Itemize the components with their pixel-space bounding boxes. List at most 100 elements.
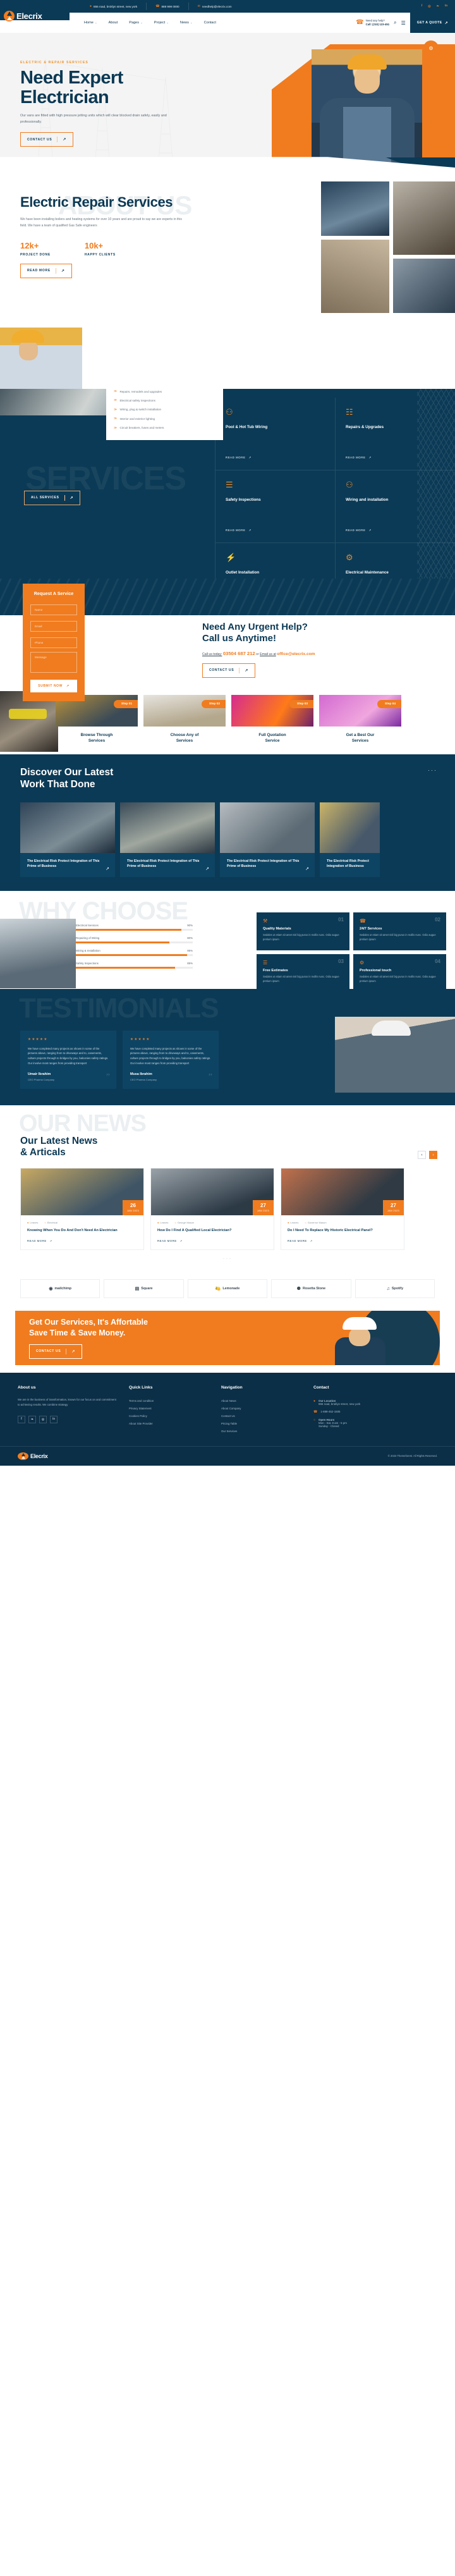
arrow-up-right-icon: ↗ (248, 528, 252, 532)
service-card-wiring-and-installation[interactable]: ⚇ Wiring and installation READ MORE ↗ (335, 470, 455, 543)
testimonial-card: ★★★★★ We have completed many projects as… (20, 1030, 116, 1089)
testimonials-section: TESTIMONIALS ★★★★★ We have completed man… (0, 988, 455, 1105)
arrow-up-right-icon: ↗ (70, 496, 74, 500)
brand-logo-lemonade[interactable]: 🍋 Lemonade (187, 1279, 268, 1299)
footer-link[interactable]: About Company (221, 1405, 303, 1413)
work-card-text: The Electrical Risk Protect Integration … (227, 859, 300, 868)
nav-item-pages[interactable]: Pages ⌄ (123, 21, 149, 25)
work-card[interactable]: The Electrical Risk Protect Integration … (20, 802, 115, 877)
hero-title-line1: Need Expert (20, 68, 123, 88)
topbar-address-text: 855 road, broklyn street, new york (94, 4, 138, 8)
submit-now-button[interactable]: SUBMIT NOW ↗ (30, 679, 77, 692)
search-icon[interactable]: ⌕ (394, 20, 396, 26)
topbar-phone[interactable]: ☎ 888 999 0000 (147, 3, 189, 10)
instagram-icon[interactable]: ◎ (428, 4, 430, 8)
news-card[interactable]: 27 JAN 2023 ● Leaves ○ George Mason How Do… (150, 1168, 274, 1251)
brand-logo-rosetta-stone[interactable]: ⚈ Rosetta Stone (271, 1279, 351, 1299)
why-card-number: 01 (338, 916, 344, 923)
topbar-phone-text: 888 999 0000 (161, 4, 179, 8)
instagram-icon[interactable]: ◎ (39, 1415, 47, 1423)
nav-item-contact[interactable]: Contact (198, 21, 222, 25)
message-textarea[interactable] (30, 651, 77, 673)
hamburger-menu-icon[interactable]: ☰ (401, 20, 406, 26)
work-card[interactable]: The Electrical Risk Protect Integration … (320, 802, 380, 877)
all-services-button[interactable]: ALL SERVICES ↗ (24, 490, 81, 505)
service-read-more[interactable]: READ MORE ↗ (346, 456, 372, 460)
facebook-icon[interactable]: f (422, 4, 423, 8)
news-read-more[interactable]: READ MORE ↗ (288, 1239, 397, 1242)
gear-icon: ⚙ (360, 959, 365, 966)
news-next-button[interactable]: › (429, 1151, 437, 1160)
work-pagination-dots[interactable]: ··· (428, 767, 437, 773)
facebook-icon[interactable]: f (18, 1415, 25, 1423)
linkedin-icon[interactable]: in (445, 4, 447, 8)
arrow-up-right-icon: ↗ (179, 1239, 183, 1243)
step-title: Choose Any of Services (143, 732, 226, 744)
phone-input[interactable] (30, 637, 77, 648)
news-card[interactable]: 26 JAN 2023 ● Leaves ○ Electrical Knowing … (20, 1168, 144, 1251)
nav-help-phone[interactable]: ☎ Need any help? Call: (210) 123-451 (356, 19, 389, 27)
arrow-up-right-icon[interactable]: ↗ (106, 866, 109, 871)
footer-link[interactable]: Contact Us (221, 1413, 303, 1420)
name-input[interactable] (30, 604, 77, 615)
skill-track (76, 941, 193, 943)
footer-link[interactable]: Privacy Statement (129, 1405, 211, 1413)
service-card-outlet-installation[interactable]: ⚡ Outlet Installation READ MORE↗ (215, 543, 335, 579)
hero-contact-us-button[interactable]: CONTACT US ↗ (20, 132, 74, 147)
footer-link[interactable]: Pricing Table (221, 1420, 303, 1427)
arrow-up-right-icon[interactable]: ↗ (205, 866, 209, 871)
quote-mark-icon: ” (208, 1072, 212, 1082)
email-input[interactable] (30, 620, 77, 632)
news-prev-button[interactable]: ‹ (418, 1151, 426, 1160)
footer-link[interactable]: Our Services (221, 1427, 303, 1435)
brand-logo[interactable]: Elecrix (0, 0, 70, 21)
news-card[interactable]: 27 JAN 2023 ● Leaves ○ Governor Mason Do I… (281, 1168, 404, 1251)
brand-logo-square[interactable]: ▤ Square (104, 1279, 184, 1299)
service-card-title: Electrical Maintenance (346, 570, 389, 575)
service-card-electrical-maintenance[interactable]: ⚙ Electrical Maintenance READ MORE↗ (335, 543, 455, 579)
twitter-icon[interactable]: ❧ (437, 4, 439, 8)
skill-label: Repairing of Wiring (76, 936, 100, 940)
footer-link[interactable]: About News (221, 1397, 303, 1405)
nav-right-group: ☎ Need any help? Call: (210) 123-451 ⌕ ☰… (356, 13, 455, 33)
mailchimp-icon: ◉ (49, 1287, 53, 1292)
brand-logo-spotify[interactable]: ♫ Spotify (355, 1279, 435, 1299)
topbar-email[interactable]: ✉ needhelp@elecrix.com (189, 3, 241, 10)
footer-link[interactable]: Terms and condition (129, 1397, 211, 1405)
twitter-icon[interactable]: ❧ (28, 1415, 36, 1423)
nav-item-home[interactable]: Home ⌄ (78, 21, 103, 25)
urgent-contact-us-button[interactable]: CONTACT US ↗ (202, 663, 256, 678)
cta-contact-us-button[interactable]: CONTACT US ↗ (29, 1344, 83, 1359)
nav-item-about[interactable]: About (103, 21, 124, 25)
urgent-phone[interactable]: 03504 687 212 (223, 651, 255, 656)
brand-logo-mailchimp[interactable]: ◉ mailchimp (20, 1279, 100, 1299)
footer-brand-logo[interactable]: Elecrix (18, 1452, 48, 1460)
arrow-up-right-icon[interactable]: ↗ (305, 866, 309, 871)
service-read-more[interactable]: READ MORE ↗ (226, 456, 252, 460)
brand-label: mailchimp (54, 1287, 72, 1291)
footer-link[interactable]: Cookies Policy (129, 1413, 211, 1420)
service-card-pool-hot-tub-wiring[interactable]: ⚇ Pool & Hot Tub Wiring READ MORE ↗ (215, 397, 335, 470)
news-read-more[interactable]: READ MORE ↗ (157, 1239, 267, 1242)
work-card[interactable]: The Electrical Risk Protect Integration … (220, 802, 315, 877)
footer-phone[interactable]: ☎ 1-888-452-1505 (313, 1408, 434, 1416)
footer-link[interactable]: About Site Provider (129, 1420, 211, 1427)
service-read-more[interactable]: READ MORE ↗ (226, 529, 252, 532)
service-card-safety-inspections[interactable]: ☰ Safety Inspections READ MORE ↗ (215, 470, 335, 543)
urgent-email[interactable]: office@elecrix.com (277, 652, 315, 656)
linkedin-icon[interactable]: in (50, 1415, 58, 1423)
nav-item-news[interactable]: News ⌄ (174, 21, 198, 25)
service-read-more[interactable]: READ MORE ↗ (346, 529, 372, 532)
why-card-title: Quality Materials (263, 926, 291, 931)
news-pagination-dots[interactable]: ··· (0, 1255, 455, 1261)
work-card[interactable]: The Electrical Risk Protect Integration … (120, 802, 215, 877)
nav-item-project[interactable]: Project ⌄ (149, 21, 174, 25)
chevron-down-icon: ⌄ (166, 21, 169, 24)
get-a-quote-button[interactable]: GET A QUOTE ↗ (410, 13, 455, 33)
news-read-more[interactable]: READ MORE ↗ (27, 1239, 137, 1242)
news-carousel-arrows: ‹ › (418, 1151, 437, 1160)
list-item: ≫ Repairs, remodels and upgrades (114, 387, 214, 396)
arrow-up-right-icon: ↗ (368, 455, 372, 459)
service-card-repairs-upgrades[interactable]: ☷ Repairs & Upgrades READ MORE ↗ (335, 397, 455, 470)
about-read-more-button[interactable]: READ MORE ↗ (20, 263, 72, 278)
